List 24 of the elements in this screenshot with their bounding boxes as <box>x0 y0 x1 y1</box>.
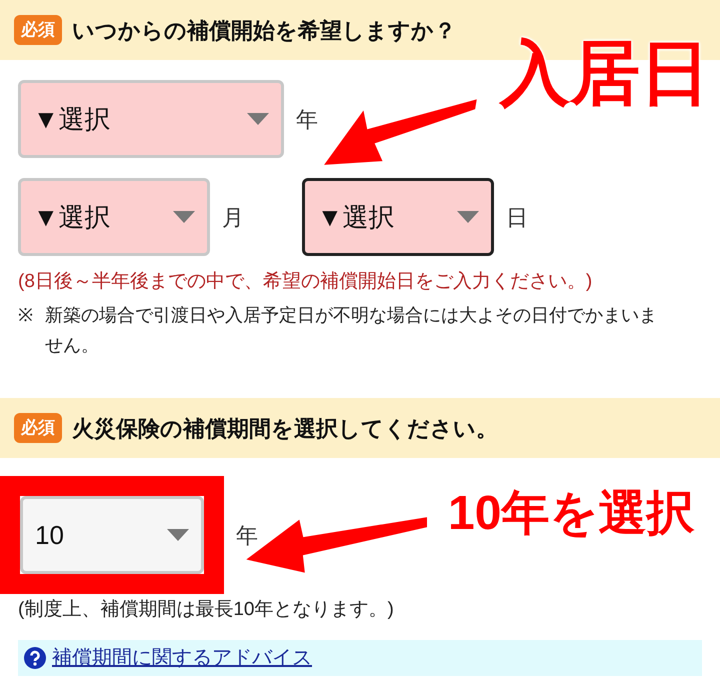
section-title: いつからの補償開始を希望しますか？ <box>72 16 456 44</box>
section-title: 火災保険の補償期間を選択してください。 <box>72 414 498 442</box>
unit-label: 年 <box>236 522 258 550</box>
advice-link[interactable]: 補償期間に関するアドバイス <box>52 643 312 673</box>
unit-label: 年 <box>296 106 318 134</box>
select-field[interactable]: 10 <box>20 496 204 574</box>
select-field[interactable]: ▼選択 <box>18 178 210 256</box>
annotation-text: 10年を選択 <box>448 490 694 538</box>
unit-label: 日 <box>506 204 528 232</box>
required-badge: 必須 <box>14 413 62 443</box>
help-icon <box>24 647 46 669</box>
caret-icon <box>247 113 269 125</box>
caret-icon <box>457 211 479 223</box>
caret-icon <box>167 529 189 541</box>
note-mark: ※ <box>18 304 33 327</box>
select-field[interactable]: ▼選択 <box>302 178 494 256</box>
annotation-text: 入居日 <box>500 38 710 108</box>
required-badge: 必須 <box>14 15 62 45</box>
select-field[interactable]: ▼選択 <box>18 80 284 158</box>
note-text: (8日後～半年後までの中で、希望の補償開始日をご入力ください。) <box>18 270 594 294</box>
unit-label: 月 <box>222 204 244 232</box>
caret-icon <box>173 211 195 223</box>
note-text: (制度上、補償期間は最長10年となります。) <box>18 598 395 622</box>
note-text: 新築の場合で引渡日や入居予定日が不明な場合には大よその日付でかまいません。 <box>45 304 658 357</box>
